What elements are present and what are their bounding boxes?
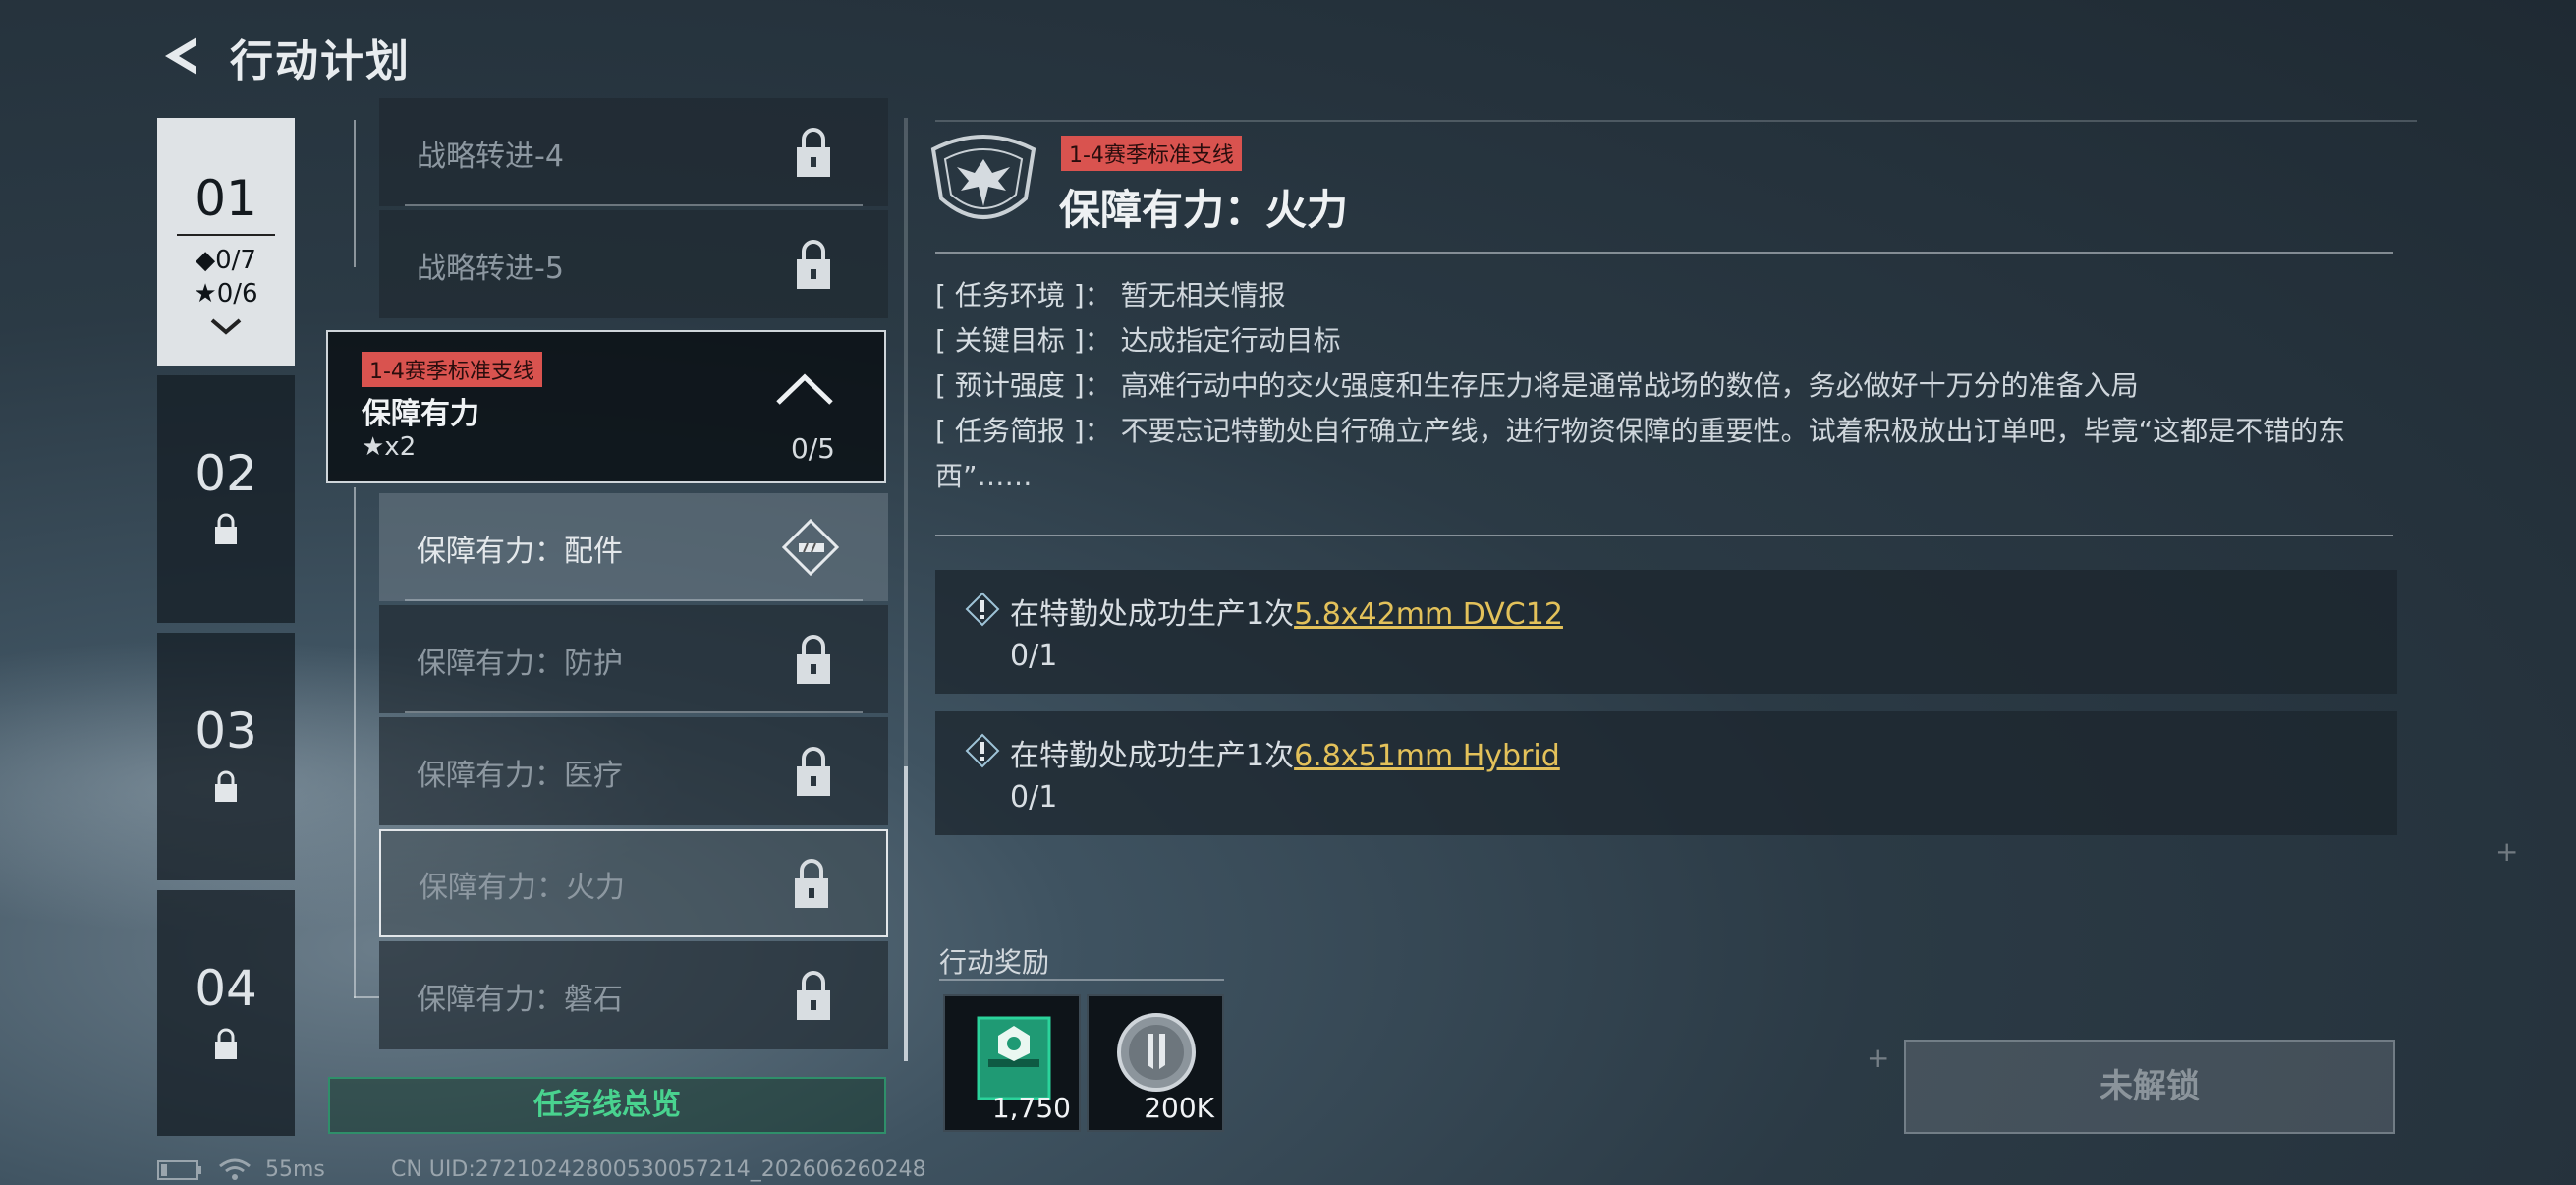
lock-icon (215, 1028, 237, 1059)
mission-label: 战略转进-4 (417, 140, 564, 174)
mission-label: 保障有力：火力 (419, 871, 625, 905)
info-value: 不要忘记特勤处自行确立产线，进行物资保障的重要性。试着积极放出订单吧，毕竟“这都… (935, 415, 2346, 492)
lock-icon (215, 770, 237, 802)
chapter-star-progress: ★0/6 (194, 279, 258, 309)
lock-icon (215, 513, 237, 544)
objective-card: 在特勤处成功生产1次5.8x42mm DVC12 0/1 (935, 570, 2397, 694)
tree-connector (354, 487, 356, 998)
mission-group-card[interactable]: 1-4赛季标准支线 保障有力 ★x2 0/5 (326, 330, 886, 483)
info-brief: [ 任务简报 ]： 不要忘记特勤处自行确立产线，进行物资保障的重要性。试着积极放… (935, 415, 2346, 492)
chapter-tab-03[interactable]: 03 (157, 633, 295, 880)
objective-item-link[interactable]: 5.8x42mm DVC12 (1294, 597, 1563, 632)
chapter-tab-02[interactable]: 02 (157, 375, 295, 623)
chapter-divider (177, 234, 275, 236)
row-divider (405, 599, 863, 601)
chapter-diamond-progress: ◆0/7 (196, 246, 256, 275)
group-progress: 0/5 (790, 432, 835, 465)
reward-heading: 行动奖励 (939, 946, 1050, 979)
battery-icon (157, 1160, 201, 1180)
lock-icon (797, 747, 830, 796)
tree-connector (354, 120, 356, 267)
objective-text: 在特勤处成功生产1次5.8x42mm DVC12 (1010, 590, 1563, 633)
mission-row[interactable]: 战略转进-4 (379, 98, 888, 206)
info-key: [ 预计强度 ] (935, 369, 1085, 402)
lock-icon (797, 240, 830, 289)
group-title: 保障有力 (362, 397, 479, 431)
mission-row[interactable]: 保障有力：配件 (379, 493, 888, 601)
chevron-up-icon[interactable] (774, 369, 835, 409)
objective-card: 在特勤处成功生产1次6.8x51mm Hybrid 0/1 (935, 711, 2397, 835)
objective-count: 0/1 (1010, 780, 1058, 815)
row-divider (405, 204, 863, 206)
lock-icon (795, 859, 828, 908)
row-divider (405, 711, 863, 713)
detail-divider (935, 535, 2393, 536)
chapter-number: 01 (195, 170, 257, 227)
chapter-number: 04 (195, 960, 257, 1017)
silver-coin-icon (1117, 1013, 1196, 1092)
info-key: [ 任务简报 ] (935, 415, 1085, 447)
reward-divider (939, 979, 1224, 981)
mission-row[interactable]: 保障有力：防护 (379, 605, 888, 713)
reward-amount: 200K (1144, 1092, 1214, 1124)
tree-connector (354, 996, 379, 998)
eagle-emblem-icon (930, 135, 1036, 219)
info-key: [ 关键目标 ] (935, 324, 1085, 357)
lock-icon (797, 635, 830, 684)
mission-row[interactable]: 保障有力：医疗 (379, 717, 888, 825)
in-progress-icon (782, 519, 839, 576)
season-tag: 1-4赛季标准支线 (362, 352, 542, 387)
chapter-number: 03 (195, 703, 257, 760)
chapter-tab-04[interactable]: 04 (157, 890, 295, 1136)
crosshair-mark: + (1867, 1042, 1890, 1074)
chevron-down-icon[interactable] (209, 316, 243, 336)
mission-label: 保障有力：防护 (417, 647, 623, 681)
mission-label: 保障有力：医疗 (417, 759, 623, 793)
season-tag: 1-4赛季标准支线 (1061, 136, 1242, 171)
crosshair-mark: + (2495, 835, 2519, 868)
mission-row-selected[interactable]: 保障有力：火力 (379, 829, 888, 937)
objective-item-link[interactable]: 6.8x51mm Hybrid (1294, 739, 1560, 773)
lock-icon (797, 971, 830, 1020)
mission-label: 战略转进-5 (417, 252, 564, 286)
info-value: 暂无相关情报 (1120, 279, 1286, 311)
mission-overview-button[interactable]: 任务线总览 (328, 1077, 886, 1134)
objective-text: 在特勤处成功生产1次6.8x51mm Hybrid (1010, 731, 1560, 774)
info-env: [ 任务环境 ]： 暂无相关情报 (935, 279, 1286, 311)
reward-item[interactable]: 200K (1087, 994, 1224, 1132)
objective-count: 0/1 (1010, 639, 1058, 673)
info-value: 达成指定行动目标 (1120, 324, 1341, 357)
chapter-tab-01[interactable]: 01 ◆0/7 ★0/6 (157, 118, 295, 366)
mission-label: 保障有力：配件 (417, 535, 623, 569)
info-value: 高难行动中的交火强度和生存压力将是通常战场的数倍，务必做好十万分的准备入局 (1120, 369, 2139, 402)
back-arrow-icon[interactable] (157, 31, 206, 81)
page-title: 行动计划 (230, 36, 411, 86)
ping-text: 55ms (265, 1157, 325, 1182)
info-goal: [ 关键目标 ]： 达成指定行动目标 (935, 324, 1341, 357)
info-intensity: [ 预计强度 ]： 高难行动中的交火强度和生存压力将是通常战场的数倍，务必做好十… (935, 369, 2139, 402)
unlock-button[interactable]: 未解锁 (1904, 1040, 2395, 1134)
list-scrollbar-thumb[interactable] (904, 766, 908, 1061)
reward-amount: 1,750 (991, 1092, 1071, 1124)
wifi-icon (219, 1158, 251, 1180)
green-card-icon (977, 1016, 1051, 1100)
lock-icon (797, 128, 830, 177)
group-stars: ★x2 (362, 432, 417, 462)
mission-label: 保障有力：磐石 (417, 983, 623, 1017)
detail-top-divider (935, 120, 2417, 122)
mission-title: 保障有力：火力 (1059, 186, 1349, 234)
objective-prefix: 在特勤处成功生产1次 (1010, 739, 1295, 773)
mission-row[interactable]: 保障有力：磐石 (379, 941, 888, 1049)
chapter-number: 02 (195, 445, 257, 502)
info-diamond-icon (965, 733, 1000, 768)
objective-prefix: 在特勤处成功生产1次 (1010, 597, 1295, 632)
info-key: [ 任务环境 ] (935, 279, 1085, 311)
info-diamond-icon (965, 592, 1000, 627)
mission-info: [ 任务环境 ]： 暂无相关情报 [ 关键目标 ]： 达成指定行动目标 [ 预计… (935, 273, 2389, 499)
uid-text: CN UID:27210242800530057214_202606260248 (391, 1157, 926, 1182)
reward-item[interactable]: 1,750 (943, 994, 1081, 1132)
detail-divider (935, 252, 2393, 254)
mission-row[interactable]: 战略转进-5 (379, 210, 888, 318)
